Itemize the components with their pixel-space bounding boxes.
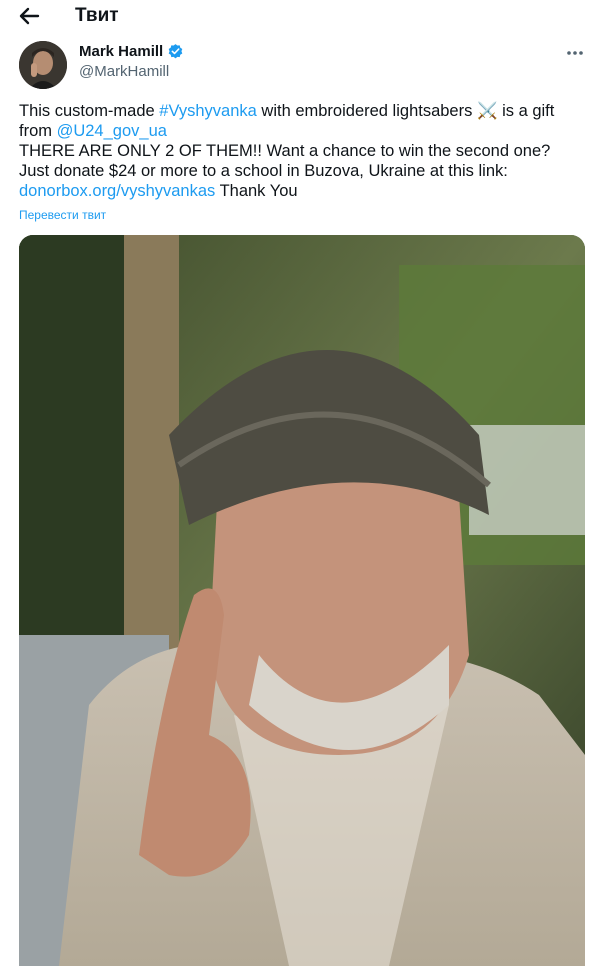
avatar[interactable] [19, 41, 67, 89]
tweet-text-part: This custom-made [19, 102, 160, 120]
back-button[interactable] [14, 3, 44, 29]
author-name[interactable]: Mark Hamill [79, 43, 163, 60]
crossed-swords-emoji: ⚔️ [476, 102, 498, 120]
author-row: Mark Hamill [79, 43, 184, 60]
tweet-photo[interactable] [19, 235, 585, 966]
tweet-text-part: THERE ARE ONLY 2 OF THEM!! Want a chance… [19, 142, 551, 180]
author-handle[interactable]: @MarkHamill [79, 63, 169, 80]
tweet-text: This custom-made #Vyshyvanka with embroi… [19, 101, 579, 201]
more-horizontal-icon [567, 51, 583, 55]
tweet-text-part: Thank You [215, 182, 298, 200]
verified-badge-icon [168, 44, 183, 59]
mention-link[interactable]: @U24_gov_ua [57, 122, 167, 140]
translate-link[interactable]: Перевести твит [19, 208, 106, 222]
tweet-text-part: with embroidered lightsabers [256, 102, 477, 120]
arrow-left-icon [19, 7, 40, 25]
hashtag-link[interactable]: #Vyshyvanka [159, 102, 257, 120]
top-bar: Твит [0, 0, 602, 32]
page-title: Твит [75, 5, 119, 26]
donation-link[interactable]: donorbox.org/vyshyvankas [19, 182, 215, 200]
more-button[interactable] [560, 42, 590, 64]
